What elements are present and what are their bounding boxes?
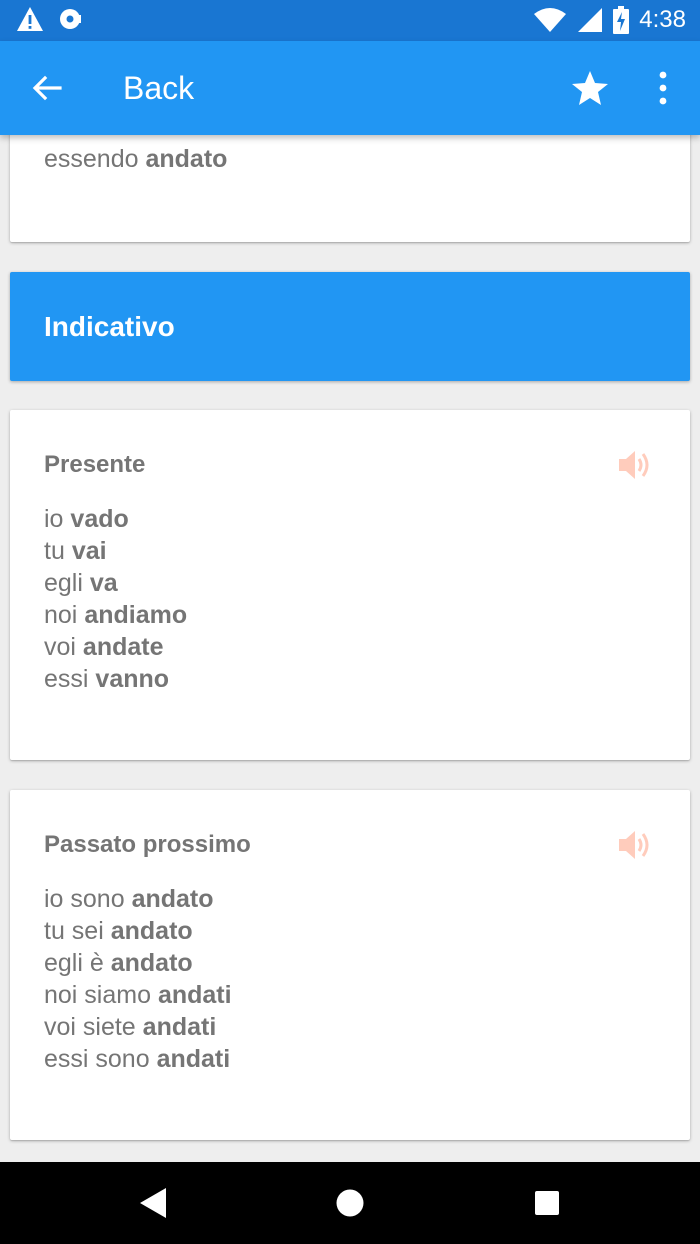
- conjugation-line: egli va: [44, 567, 187, 599]
- conjugation-line: essendo andato: [44, 143, 227, 175]
- conjugation-list[interactable]: essendo andato Indicativo Presente io va…: [0, 135, 700, 1162]
- pronoun: voi siete: [44, 1013, 136, 1041]
- star-icon[interactable]: [571, 69, 609, 107]
- verb-form: vado: [70, 505, 129, 533]
- app-bar-title[interactable]: Back: [123, 69, 194, 107]
- tense-card-presente: Presente io vado tu vai egli va noi andi…: [10, 410, 690, 760]
- verb-form: andati: [157, 981, 232, 1009]
- pronoun: essi sono: [44, 1045, 150, 1073]
- status-bar: 4:38: [0, 0, 700, 41]
- verb-form: andato: [110, 949, 193, 977]
- conjugation-line: egli è andato: [44, 947, 232, 979]
- line-prefix: essendo: [44, 145, 139, 173]
- verb-form: andati: [142, 1013, 217, 1041]
- wifi-icon: [534, 8, 567, 32]
- speaker-icon[interactable]: [617, 828, 653, 862]
- tense-title: Passato prossimo: [44, 831, 251, 858]
- verb-form: va: [89, 569, 118, 597]
- back-arrow-icon[interactable]: [30, 71, 64, 105]
- pronoun: noi: [44, 601, 78, 629]
- conjugation-line: essi vanno: [44, 663, 187, 695]
- conjugation-line: io sono andato: [44, 883, 232, 915]
- verb-form: andate: [82, 633, 164, 661]
- conjugation-line: noi andiamo: [44, 599, 187, 631]
- conjugation-line: voi andate: [44, 631, 187, 663]
- signal-icon: [578, 8, 603, 32]
- pronoun: io sono: [44, 885, 125, 913]
- verb-form: andato: [131, 885, 214, 913]
- pronoun: io: [44, 505, 64, 533]
- section-header-indicativo: Indicativo: [10, 272, 690, 381]
- nav-home-icon[interactable]: [336, 1189, 364, 1217]
- tense-card-passato-prossimo: Passato prossimo io sono andato tu sei a…: [10, 790, 690, 1140]
- gerund-card: essendo andato: [10, 135, 690, 242]
- nav-back-icon[interactable]: [138, 1186, 168, 1220]
- pronoun: tu: [44, 537, 65, 565]
- app-bar: Back: [0, 41, 700, 135]
- system-nav-bar: [0, 1162, 700, 1244]
- conjugation-line: io vado: [44, 503, 187, 535]
- conjugation-line: noi siamo andati: [44, 979, 232, 1011]
- warning-icon: [17, 7, 43, 31]
- more-vert-icon[interactable]: [646, 69, 680, 107]
- nav-recents-icon[interactable]: [535, 1191, 559, 1215]
- speaker-icon[interactable]: [617, 448, 653, 482]
- verb-form: andato: [110, 917, 193, 945]
- verb-form: andati: [156, 1045, 231, 1073]
- conjugation-forms: io sono andato tu sei andato egli è anda…: [44, 883, 232, 1075]
- conjugation-forms: io vado tu vai egli va noi andiamo voi a…: [44, 503, 187, 695]
- verb-form: vai: [71, 537, 107, 565]
- line-form: andato: [145, 145, 228, 173]
- conjugation-line: essi sono andati: [44, 1043, 232, 1075]
- section-title: Indicativo: [44, 311, 175, 342]
- battery-charging-icon: [613, 6, 630, 34]
- pronoun: essi: [44, 665, 89, 693]
- status-time: 4:38: [639, 6, 686, 33]
- pronoun: egli: [44, 569, 83, 597]
- conjugation-line: tu vai: [44, 535, 187, 567]
- conjugation-line: tu sei andato: [44, 915, 232, 947]
- pronoun: egli è: [44, 949, 104, 977]
- verb-form: andiamo: [84, 601, 188, 629]
- tense-title: Presente: [44, 451, 146, 478]
- pronoun: noi siamo: [44, 981, 151, 1009]
- verb-form: vanno: [95, 665, 170, 693]
- sync-icon: [60, 9, 81, 29]
- pronoun: voi: [44, 633, 76, 661]
- conjugation-line: voi siete andati: [44, 1011, 232, 1043]
- pronoun: tu sei: [44, 917, 104, 945]
